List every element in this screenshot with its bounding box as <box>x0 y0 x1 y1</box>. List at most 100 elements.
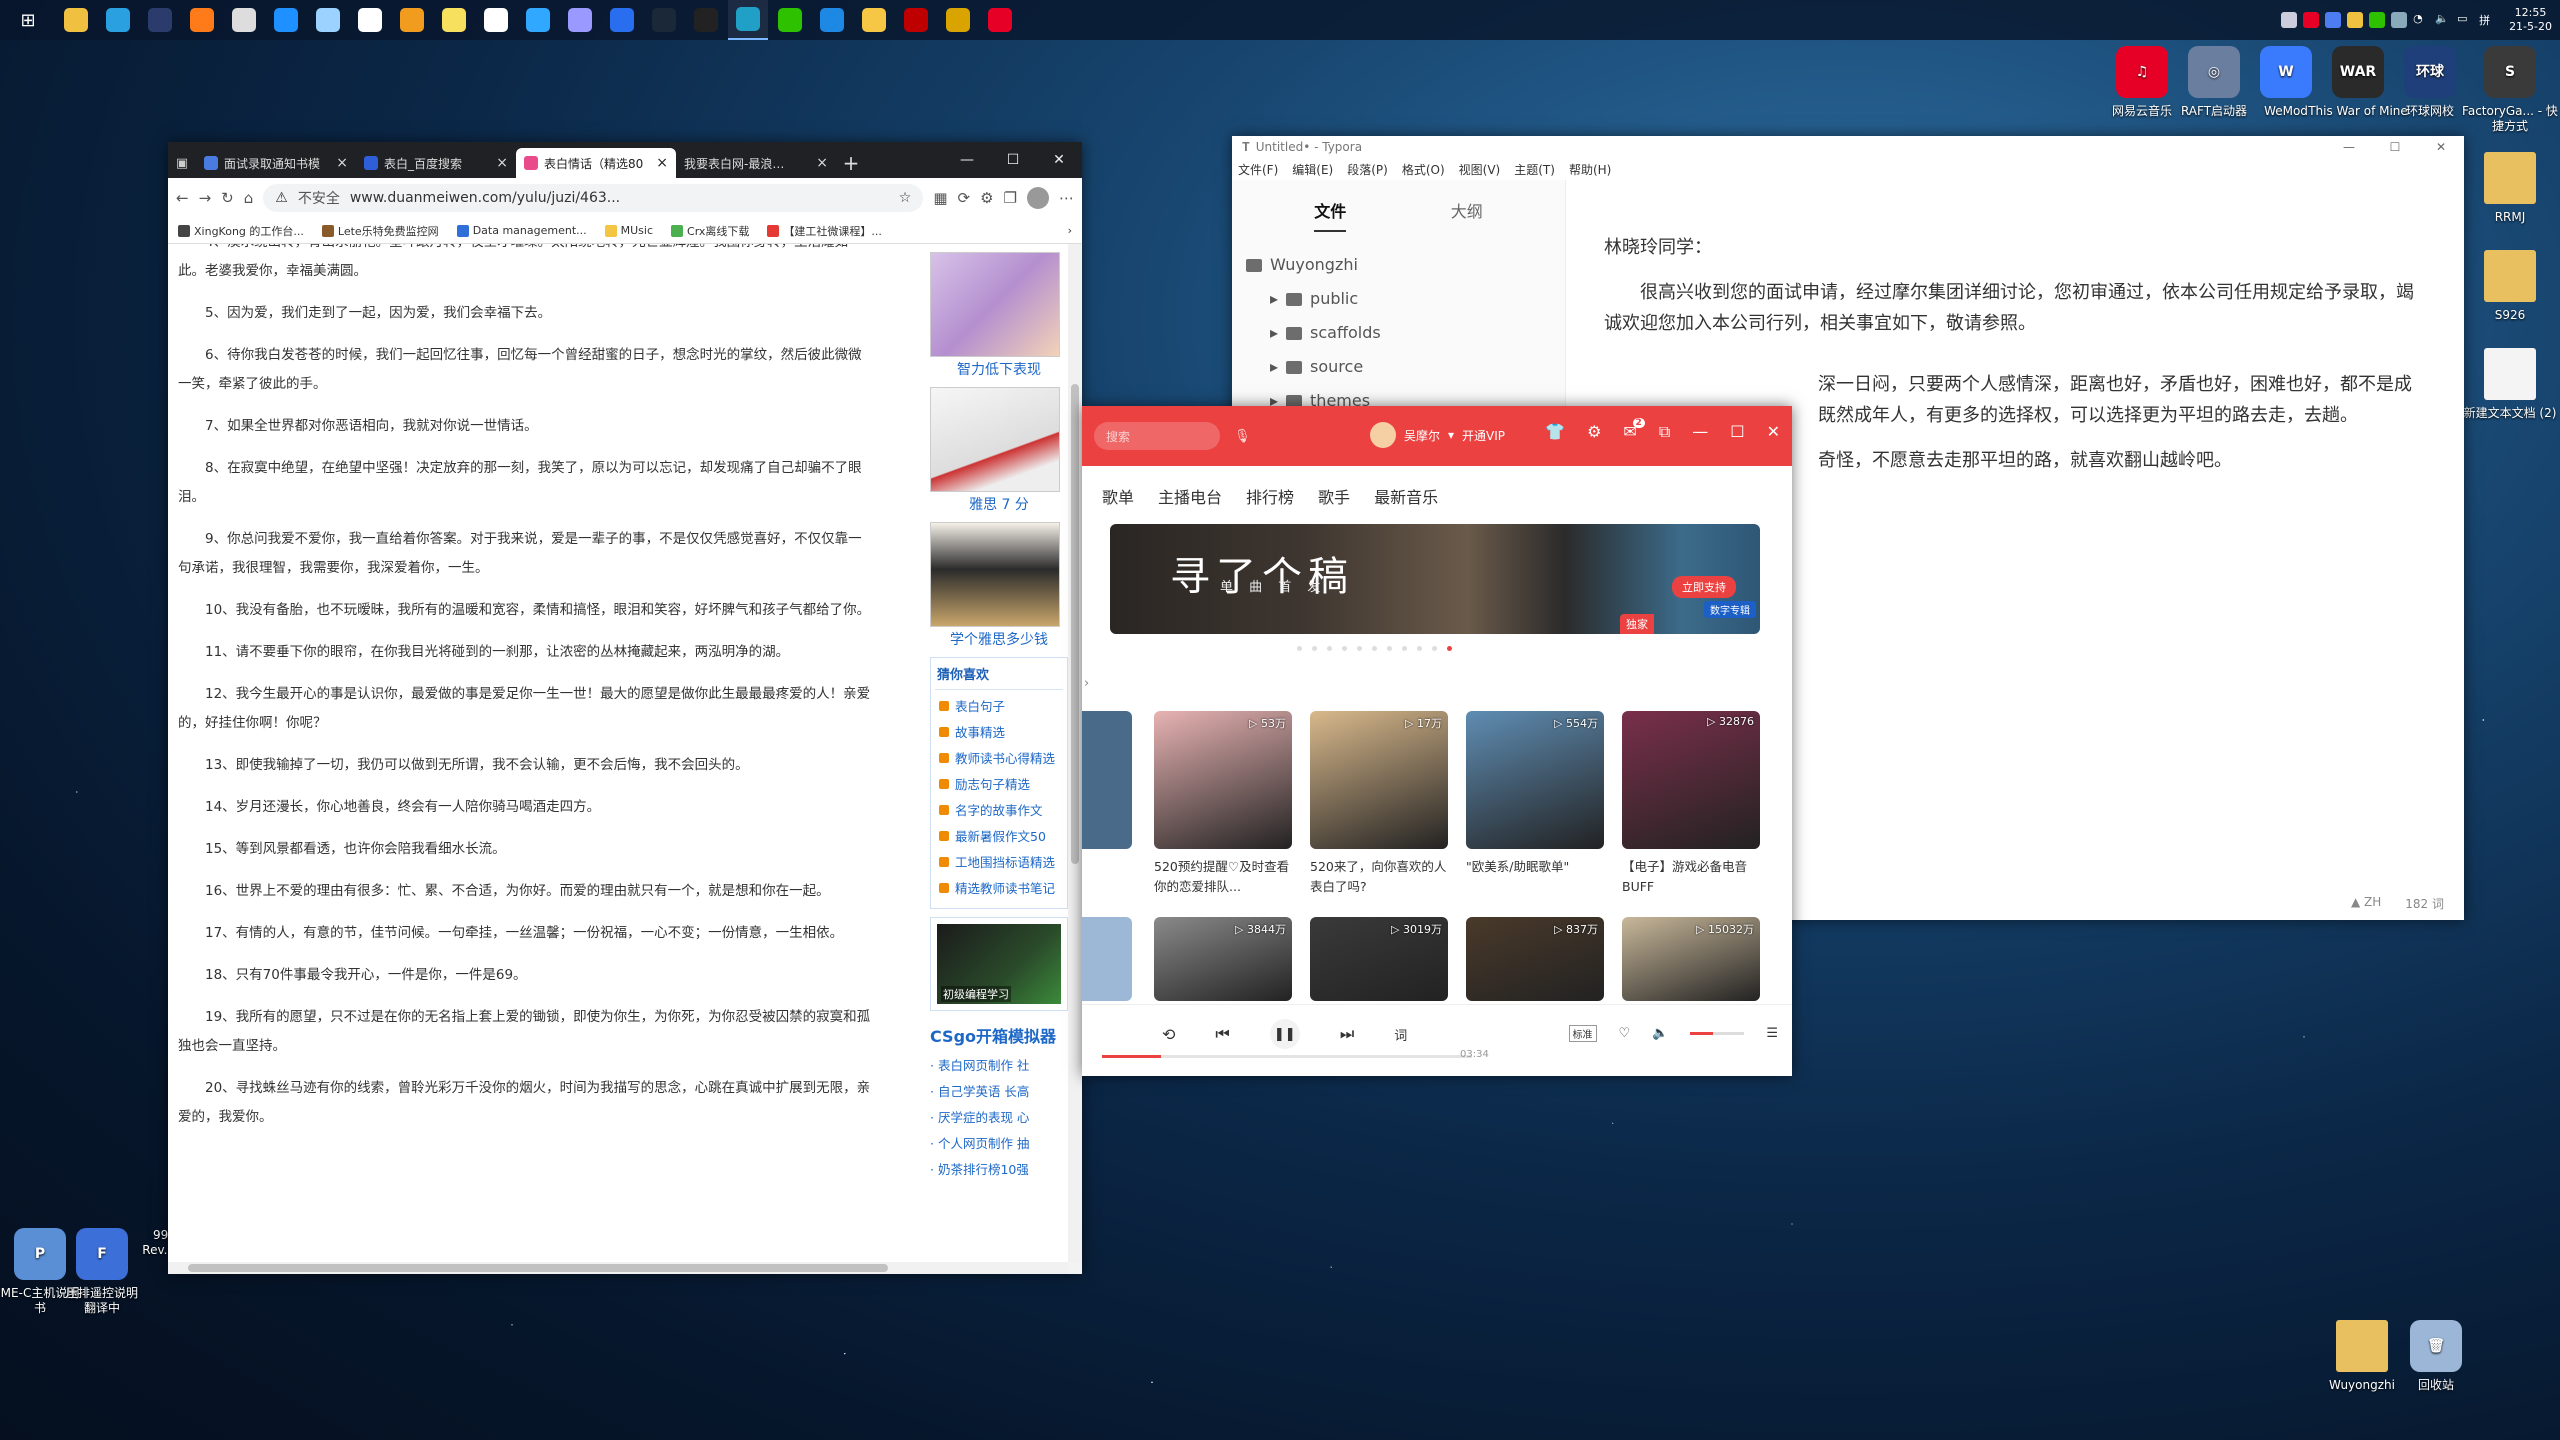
csgo-link[interactable]: · 表白网页制作 社 <box>930 1053 1068 1079</box>
carousel-dot[interactable] <box>1432 646 1437 651</box>
mini-mode-icon[interactable]: ⧉ <box>1659 422 1670 442</box>
menu-item[interactable]: 帮助(H) <box>1569 161 1611 178</box>
desktop-icon[interactable]: S926 <box>2460 250 2560 323</box>
bookmarks-overflow-icon[interactable]: › <box>1068 224 1072 237</box>
maximize-icon[interactable]: ☐ <box>2372 136 2418 158</box>
guess-link[interactable]: 教师读书心得精选 <box>935 746 1063 772</box>
close-icon[interactable]: × <box>816 155 828 171</box>
playlist-cover[interactable]: ▷ 15032万 <box>1622 917 1760 1001</box>
refresh-icon[interactable]: ↻ <box>221 189 234 207</box>
taskbar-app[interactable] <box>392 0 432 40</box>
carousel-dot[interactable] <box>1312 646 1317 651</box>
guess-link[interactable]: 故事精选 <box>935 720 1063 746</box>
new-tab-icon[interactable]: + <box>836 148 866 178</box>
input-method-icon[interactable]: 拼 <box>2479 12 2495 28</box>
progress-bar[interactable] <box>1102 1055 1472 1058</box>
close-window-icon[interactable]: ✕ <box>2418 136 2464 158</box>
voice-search-icon[interactable]: 🎙 <box>1234 429 1251 444</box>
playlist-cover[interactable]: ▷ 17万 <box>1310 711 1448 849</box>
graduation-photo[interactable] <box>930 522 1060 627</box>
tray-grid-icon[interactable] <box>2281 12 2298 28</box>
chevron-right-icon[interactable]: ▸ <box>1270 350 1278 384</box>
back-icon[interactable]: ← <box>176 189 189 207</box>
close-icon[interactable]: × <box>656 155 668 171</box>
playlist-card[interactable]: ▷ 3019万 <box>1310 917 1450 1001</box>
tray-netease-icon[interactable] <box>2303 12 2320 28</box>
address-bar[interactable]: ⚠ 不安全 www.duanmeiwen.com/yulu/juzi/463..… <box>263 184 924 212</box>
tab-confession-site[interactable]: 我要表白网-最浪… × <box>676 148 836 178</box>
quality-button[interactable]: 标准 <box>1568 1025 1597 1042</box>
playlist-card[interactable] <box>1082 917 1132 1001</box>
carousel-dot[interactable] <box>1357 646 1362 651</box>
playlist-card[interactable]: ▷ 17万 520来了，向你喜欢的人表白了吗? <box>1310 711 1450 897</box>
nav-tab[interactable]: 歌单 <box>1102 484 1134 508</box>
vertical-scrollbar[interactable] <box>1068 244 1082 1262</box>
search-input[interactable]: 搜索 <box>1094 422 1220 450</box>
maximize-icon[interactable]: ☐ <box>990 142 1036 178</box>
csgo-link[interactable]: · 奶茶排行榜10强 <box>930 1157 1068 1183</box>
playlist-card[interactable] <box>1082 711 1132 849</box>
sidebar-caption[interactable]: 学个雅思多少钱 <box>930 629 1068 649</box>
csgo-title[interactable]: CSgo开箱模拟器 <box>930 1023 1068 1047</box>
menu-item[interactable]: 格式(O) <box>1402 161 1445 178</box>
maximize-icon[interactable]: ☐ <box>1730 422 1744 442</box>
tab-baidu-search[interactable]: 表白_百度搜索 × <box>356 148 516 178</box>
playlist-card[interactable]: ▷ 53万 520预约提醒♡及时查看你的恋爱排队... <box>1154 711 1294 897</box>
user-area[interactable]: 吴摩尔 ▾ 开通VIP <box>1370 422 1505 448</box>
taskbar-app[interactable] <box>812 0 852 40</box>
csgo-link[interactable]: · 自己学英语 长高 <box>930 1079 1068 1105</box>
bookmark-item[interactable]: Data management... <box>456 224 587 237</box>
taskbar-app[interactable] <box>308 0 348 40</box>
taskbar-app[interactable] <box>602 0 642 40</box>
menu-item[interactable]: 编辑(E) <box>1292 161 1333 178</box>
taskbar-app[interactable] <box>56 0 96 40</box>
tray-wechat-icon[interactable] <box>2369 12 2386 28</box>
chevron-right-icon[interactable]: ▸ <box>1270 316 1278 350</box>
scrollbar-thumb[interactable] <box>188 1264 888 1272</box>
menu-item[interactable]: 视图(V) <box>1459 161 1501 178</box>
guess-link[interactable]: 名字的故事作文 <box>935 798 1063 824</box>
playlist-title[interactable]: "欧美系/助眠歌单" <box>1466 857 1606 897</box>
playlist-card[interactable]: ▷ 3844万 <box>1154 917 1294 1001</box>
playlist-cover[interactable]: ▷ 3844万 <box>1154 917 1292 1001</box>
desktop-icon[interactable]: 新建文本文档 (2) <box>2460 348 2560 421</box>
tab-offer-letter[interactable]: 面试录取通知书模 × <box>196 148 356 178</box>
chevron-right-icon[interactable]: ▸ <box>1270 282 1278 316</box>
carousel-dot[interactable] <box>1417 646 1422 651</box>
guess-link[interactable]: 精选教师读书笔记 <box>935 876 1063 902</box>
playlist-title[interactable]: 520来了，向你喜欢的人表白了吗? <box>1310 857 1450 897</box>
desktop-icon[interactable]: RRMJ <box>2460 152 2560 225</box>
tab-love-quotes[interactable]: 表白情话（精选80 × <box>516 148 676 178</box>
menu-item[interactable]: 段落(P) <box>1347 161 1388 178</box>
playlist-card[interactable]: ▷ 554万 "欧美系/助眠歌单" <box>1466 711 1606 897</box>
subfolder-item[interactable]: ▸ public <box>1270 282 1551 316</box>
battery-icon[interactable]: ▭ <box>2457 12 2473 28</box>
lyrics-icon[interactable]: 词 <box>1394 1025 1407 1044</box>
taskbar-app[interactable] <box>728 0 768 40</box>
nav-tab[interactable]: 排行榜 <box>1246 484 1294 508</box>
taskbar-app[interactable] <box>854 0 894 40</box>
tray-shield-icon[interactable] <box>2391 12 2408 28</box>
close-window-icon[interactable]: ✕ <box>1036 142 1082 178</box>
vip-link[interactable]: 开通VIP <box>1462 427 1505 444</box>
bookmark-item[interactable]: 【建工社微课程】... <box>767 223 882 239</box>
carousel-dot[interactable] <box>1402 646 1407 651</box>
taskbar-app[interactable] <box>770 0 810 40</box>
guess-link[interactable]: 表白句子 <box>935 694 1063 720</box>
forward-icon[interactable]: → <box>199 189 212 207</box>
desktop-icon[interactable]: 🗑 回收站 <box>2386 1320 2486 1393</box>
close-window-icon[interactable]: ✕ <box>1767 422 1780 442</box>
subfolder-item[interactable]: ▸ scaffolds <box>1270 316 1551 350</box>
minimize-icon[interactable]: — <box>1692 422 1708 442</box>
csgo-link[interactable]: · 个人网页制作 抽 <box>930 1131 1068 1157</box>
tab-outline[interactable]: 大纲 <box>1451 198 1483 232</box>
carousel-dot[interactable] <box>1372 646 1377 651</box>
taskbar-app[interactable] <box>980 0 1020 40</box>
volume-slider[interactable] <box>1690 1032 1745 1035</box>
taskbar-app[interactable] <box>560 0 600 40</box>
taskbar-app[interactable] <box>938 0 978 40</box>
clock[interactable]: 12:55 21-5-20 <box>2509 6 2552 34</box>
loop-icon[interactable]: ⟲ <box>1162 1025 1175 1044</box>
more-menu-icon[interactable]: ⋯ <box>1059 189 1074 207</box>
nav-tab[interactable]: 主播电台 <box>1158 484 1222 508</box>
